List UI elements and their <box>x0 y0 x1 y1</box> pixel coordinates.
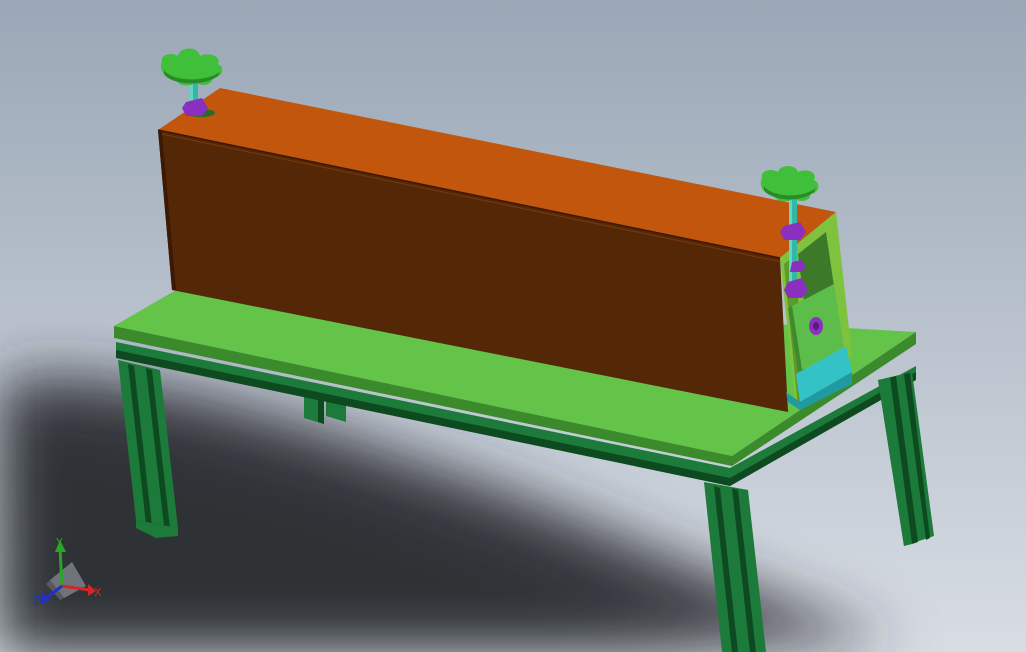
triad-x-label: X <box>94 586 102 599</box>
triad-y-label: Y <box>55 536 63 549</box>
graphics-viewport[interactable]: Y X Z <box>0 0 1026 652</box>
3d-model-view[interactable]: Y X Z <box>0 0 1026 652</box>
triad-z-label: Z <box>33 594 41 607</box>
triad-y-axis <box>58 547 64 587</box>
